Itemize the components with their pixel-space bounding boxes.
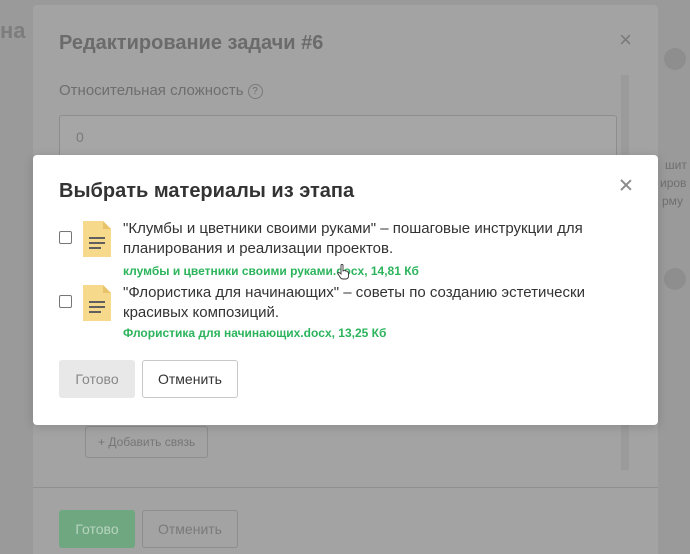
background-heading: на bbox=[0, 18, 26, 43]
material-item: "Флористика для начинающих" – советы по … bbox=[59, 283, 619, 343]
select-materials-modal: Выбрать материалы из этапа "Клумбы и цве… bbox=[33, 155, 658, 425]
material-file-link[interactable]: клумбы и цветники своими руками.docx, 14… bbox=[123, 264, 419, 278]
document-icon bbox=[83, 285, 111, 321]
add-link-button[interactable]: + Добавить связь bbox=[85, 426, 209, 458]
close-icon[interactable] bbox=[617, 177, 635, 195]
material-file-link[interactable]: Флористика для начинающих.docx, 13,25 Кб bbox=[123, 326, 386, 340]
material-checkbox[interactable] bbox=[59, 295, 72, 308]
modal-title: Выбрать материалы из этапа bbox=[59, 180, 355, 202]
material-checkbox[interactable] bbox=[59, 231, 72, 244]
document-icon bbox=[83, 221, 111, 257]
help-icon[interactable]: ? bbox=[247, 83, 263, 99]
material-description: "Флористика для начинающих" – советы по … bbox=[123, 284, 585, 321]
background-fragment: иров bbox=[660, 176, 687, 190]
edit-done-button[interactable]: Готово bbox=[59, 510, 135, 548]
edit-dialog-close-icon[interactable]: × bbox=[619, 27, 632, 53]
background-fragment: шит bbox=[665, 158, 687, 172]
done-button[interactable]: Готово bbox=[59, 360, 135, 398]
avatar bbox=[664, 48, 686, 70]
edit-dialog-title: Редактирование задачи #6 bbox=[59, 32, 324, 54]
background-fragment: рму bbox=[662, 194, 684, 208]
relative-difficulty-label: Относительная сложность? bbox=[59, 82, 263, 99]
edit-cancel-button[interactable]: Отменить bbox=[142, 510, 238, 548]
hand-cursor-icon bbox=[337, 264, 349, 280]
material-description: "Клумбы и цветники своими руками" – поша… bbox=[123, 220, 583, 257]
cancel-button[interactable]: Отменить bbox=[142, 360, 238, 398]
avatar bbox=[664, 268, 686, 290]
relative-difficulty-input[interactable]: 0 bbox=[59, 115, 617, 159]
edit-dialog-divider bbox=[33, 487, 658, 488]
relative-difficulty-label-text: Относительная сложность bbox=[59, 82, 244, 99]
